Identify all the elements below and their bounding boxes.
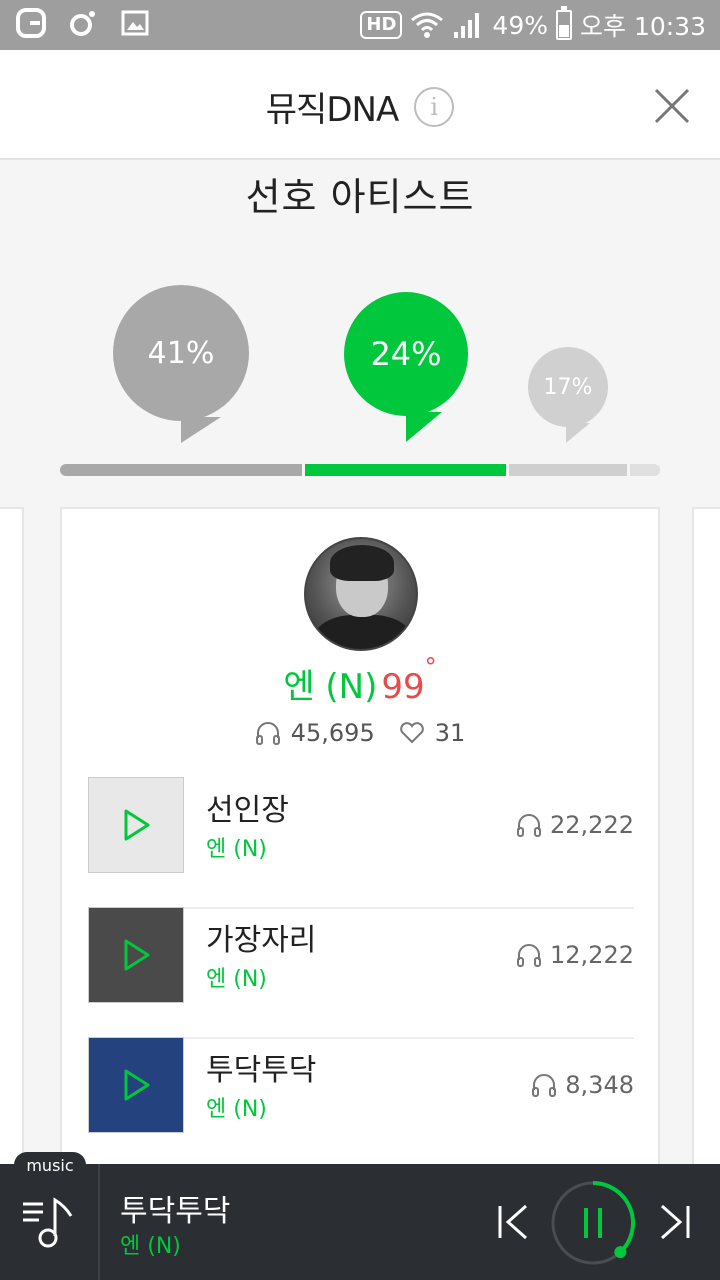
wifi-icon [411, 12, 444, 38]
app-dots-icon [70, 11, 95, 36]
artist-card: 엔 (N) 99° 45,695 31 선인장 엔 (N) 22,222 가장자리… [60, 507, 660, 1207]
share-bar [60, 464, 660, 476]
battery-percent: 49% [492, 10, 548, 40]
heart-icon[interactable] [399, 720, 425, 746]
album-thumb[interactable] [88, 907, 184, 1003]
artist-heading: 엔 (N) 99° [62, 653, 658, 708]
pause-button[interactable] [548, 1178, 638, 1268]
hd-badge: HD [360, 11, 403, 39]
album-thumb[interactable] [88, 777, 184, 873]
artist-share-bubble-2[interactable]: 24% [344, 292, 468, 442]
now-playing-artist[interactable]: 엔 (N) [120, 1228, 181, 1260]
song-row[interactable]: 가장자리 엔 (N) 12,222 [88, 907, 634, 1039]
song-artist[interactable]: 엔 (N) [206, 961, 267, 993]
battery-icon [556, 6, 572, 40]
artist-score: 99° [381, 653, 437, 707]
artist-share-bubble-3[interactable]: 17% [528, 347, 608, 443]
app-g-icon [16, 8, 46, 38]
clock: 오후 10:33 [580, 12, 706, 41]
song-title: 선인장 [206, 793, 289, 828]
headphones-icon [255, 722, 280, 745]
headphones-icon [517, 814, 542, 837]
listen-count: 45,695 [290, 719, 375, 747]
previous-card-edge[interactable] [0, 507, 24, 1207]
song-title: 투닥투닥 [206, 1053, 317, 1088]
status-bar: HD 49% 오후 10:33 [0, 0, 720, 50]
play-icon[interactable] [118, 807, 154, 843]
headphones-icon [532, 1074, 557, 1097]
bubble-label: 41% [147, 335, 215, 371]
play-icon[interactable] [118, 1067, 154, 1103]
section-title: 선호 아티스트 [245, 175, 475, 219]
artist-stats: 45,695 31 [62, 719, 658, 747]
next-card-edge[interactable] [692, 507, 720, 1207]
next-track-button[interactable] [656, 1202, 692, 1242]
header: 뮤직DNA i [0, 50, 720, 160]
play-icon[interactable] [118, 937, 154, 973]
share-bar-segment [305, 464, 507, 476]
song-artist[interactable]: 엔 (N) [206, 831, 267, 863]
artist-avatar[interactable] [304, 537, 418, 651]
song-play-count: 8,348 [531, 1071, 634, 1099]
bubble-label: 17% [543, 374, 593, 400]
artist-name[interactable]: 엔 (N) [283, 667, 377, 707]
song-play-count: 12,222 [516, 941, 634, 969]
mini-player: 투닥투닥 엔 (N) [0, 1164, 720, 1280]
signal-icon [454, 13, 480, 38]
song-row[interactable]: 선인장 엔 (N) 22,222 [88, 777, 634, 909]
share-bar-segment [509, 464, 628, 476]
song-title: 가장자리 [206, 923, 317, 958]
gallery-icon [121, 10, 149, 36]
share-bar-segment [60, 464, 303, 476]
album-thumb[interactable] [88, 1037, 184, 1133]
now-playing-title[interactable]: 투닥투닥 [120, 1186, 230, 1230]
song-play-count: 22,222 [516, 811, 634, 839]
page-title: 뮤직DNA [265, 90, 399, 130]
info-icon[interactable]: i [414, 86, 455, 127]
bubble-label: 24% [370, 335, 442, 373]
song-artist[interactable]: 엔 (N) [206, 1091, 267, 1123]
song-row[interactable]: 투닥투닥 엔 (N) 8,348 [88, 1037, 634, 1155]
close-icon[interactable] [652, 86, 692, 126]
playlist-button[interactable] [0, 1164, 100, 1280]
headphones-icon [517, 944, 542, 967]
playlist-music-icon [23, 1197, 73, 1248]
music-tag: music [14, 1152, 86, 1178]
artist-share-bubble-1[interactable]: 41% [113, 285, 249, 443]
like-count: 31 [434, 719, 466, 747]
share-bar-segment [630, 464, 660, 476]
previous-track-button[interactable] [496, 1202, 532, 1242]
